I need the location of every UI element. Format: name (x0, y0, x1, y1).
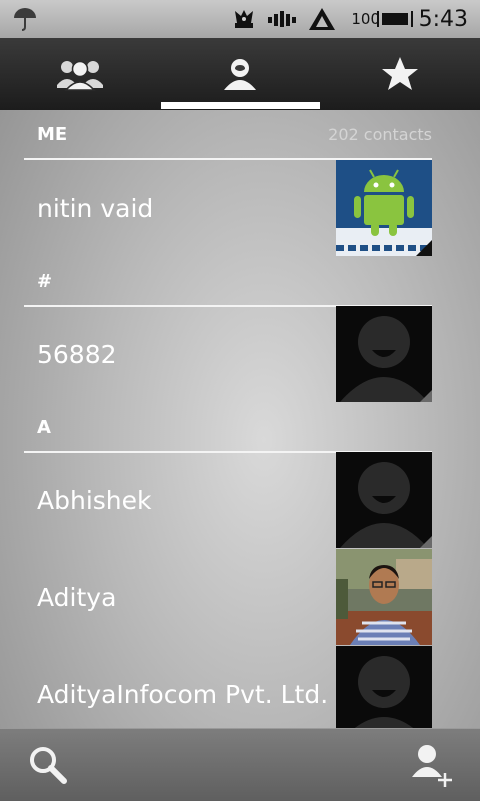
section-header-me: ME 202 contacts (24, 110, 432, 160)
contact-count: 202 contacts (328, 125, 432, 144)
contact-name: nitin vaid (37, 194, 154, 223)
umbrella-icon (12, 0, 38, 38)
app-notification-icon (232, 0, 256, 38)
section-header-a: A (24, 403, 432, 453)
contact-list[interactable]: ME 202 contacts nitin vaid # 56882 A Abh… (0, 110, 480, 728)
section-title: ME (37, 124, 68, 145)
star-icon (382, 57, 418, 90)
list-item[interactable]: Abhishek (24, 452, 432, 549)
tab-groups[interactable] (0, 38, 160, 110)
section-title: A (37, 417, 51, 438)
contact-name: Aditya (37, 583, 117, 612)
add-contact-icon (412, 745, 452, 787)
person-photo[interactable] (336, 549, 432, 645)
contact-name: 56882 (37, 340, 117, 369)
default-avatar[interactable] (336, 646, 432, 728)
selected-tab-indicator (161, 102, 320, 109)
signal-bars-icon (268, 0, 300, 38)
status-bar: 100 5:43 (0, 0, 480, 38)
section-title: # (37, 271, 53, 292)
section-header-hash: # (24, 257, 432, 307)
tab-contacts[interactable] (160, 38, 320, 110)
list-item-me[interactable]: nitin vaid (24, 160, 432, 257)
list-item[interactable]: Aditya (24, 549, 432, 646)
contact-name: Abhishek (37, 486, 152, 515)
network-type-icon (308, 0, 336, 38)
contact-name: AdityaInfocom Pvt. Ltd. (37, 680, 329, 709)
clock: 5:43 (418, 6, 468, 32)
android-logo-photo[interactable] (336, 160, 432, 256)
contacts-icon (224, 59, 256, 90)
tab-favorites[interactable] (320, 38, 480, 110)
list-item[interactable]: AdityaInfocom Pvt. Ltd. (24, 646, 432, 728)
search-button[interactable] (13, 729, 83, 801)
add-contact-button[interactable] (398, 729, 468, 801)
bottom-action-bar (0, 728, 480, 801)
list-item[interactable]: 56882 (24, 306, 432, 403)
tab-bar (0, 38, 480, 110)
groups-icon (57, 60, 103, 91)
battery-icon (376, 0, 414, 38)
default-avatar[interactable] (336, 306, 432, 402)
default-avatar[interactable] (336, 452, 432, 548)
search-icon (30, 747, 67, 784)
